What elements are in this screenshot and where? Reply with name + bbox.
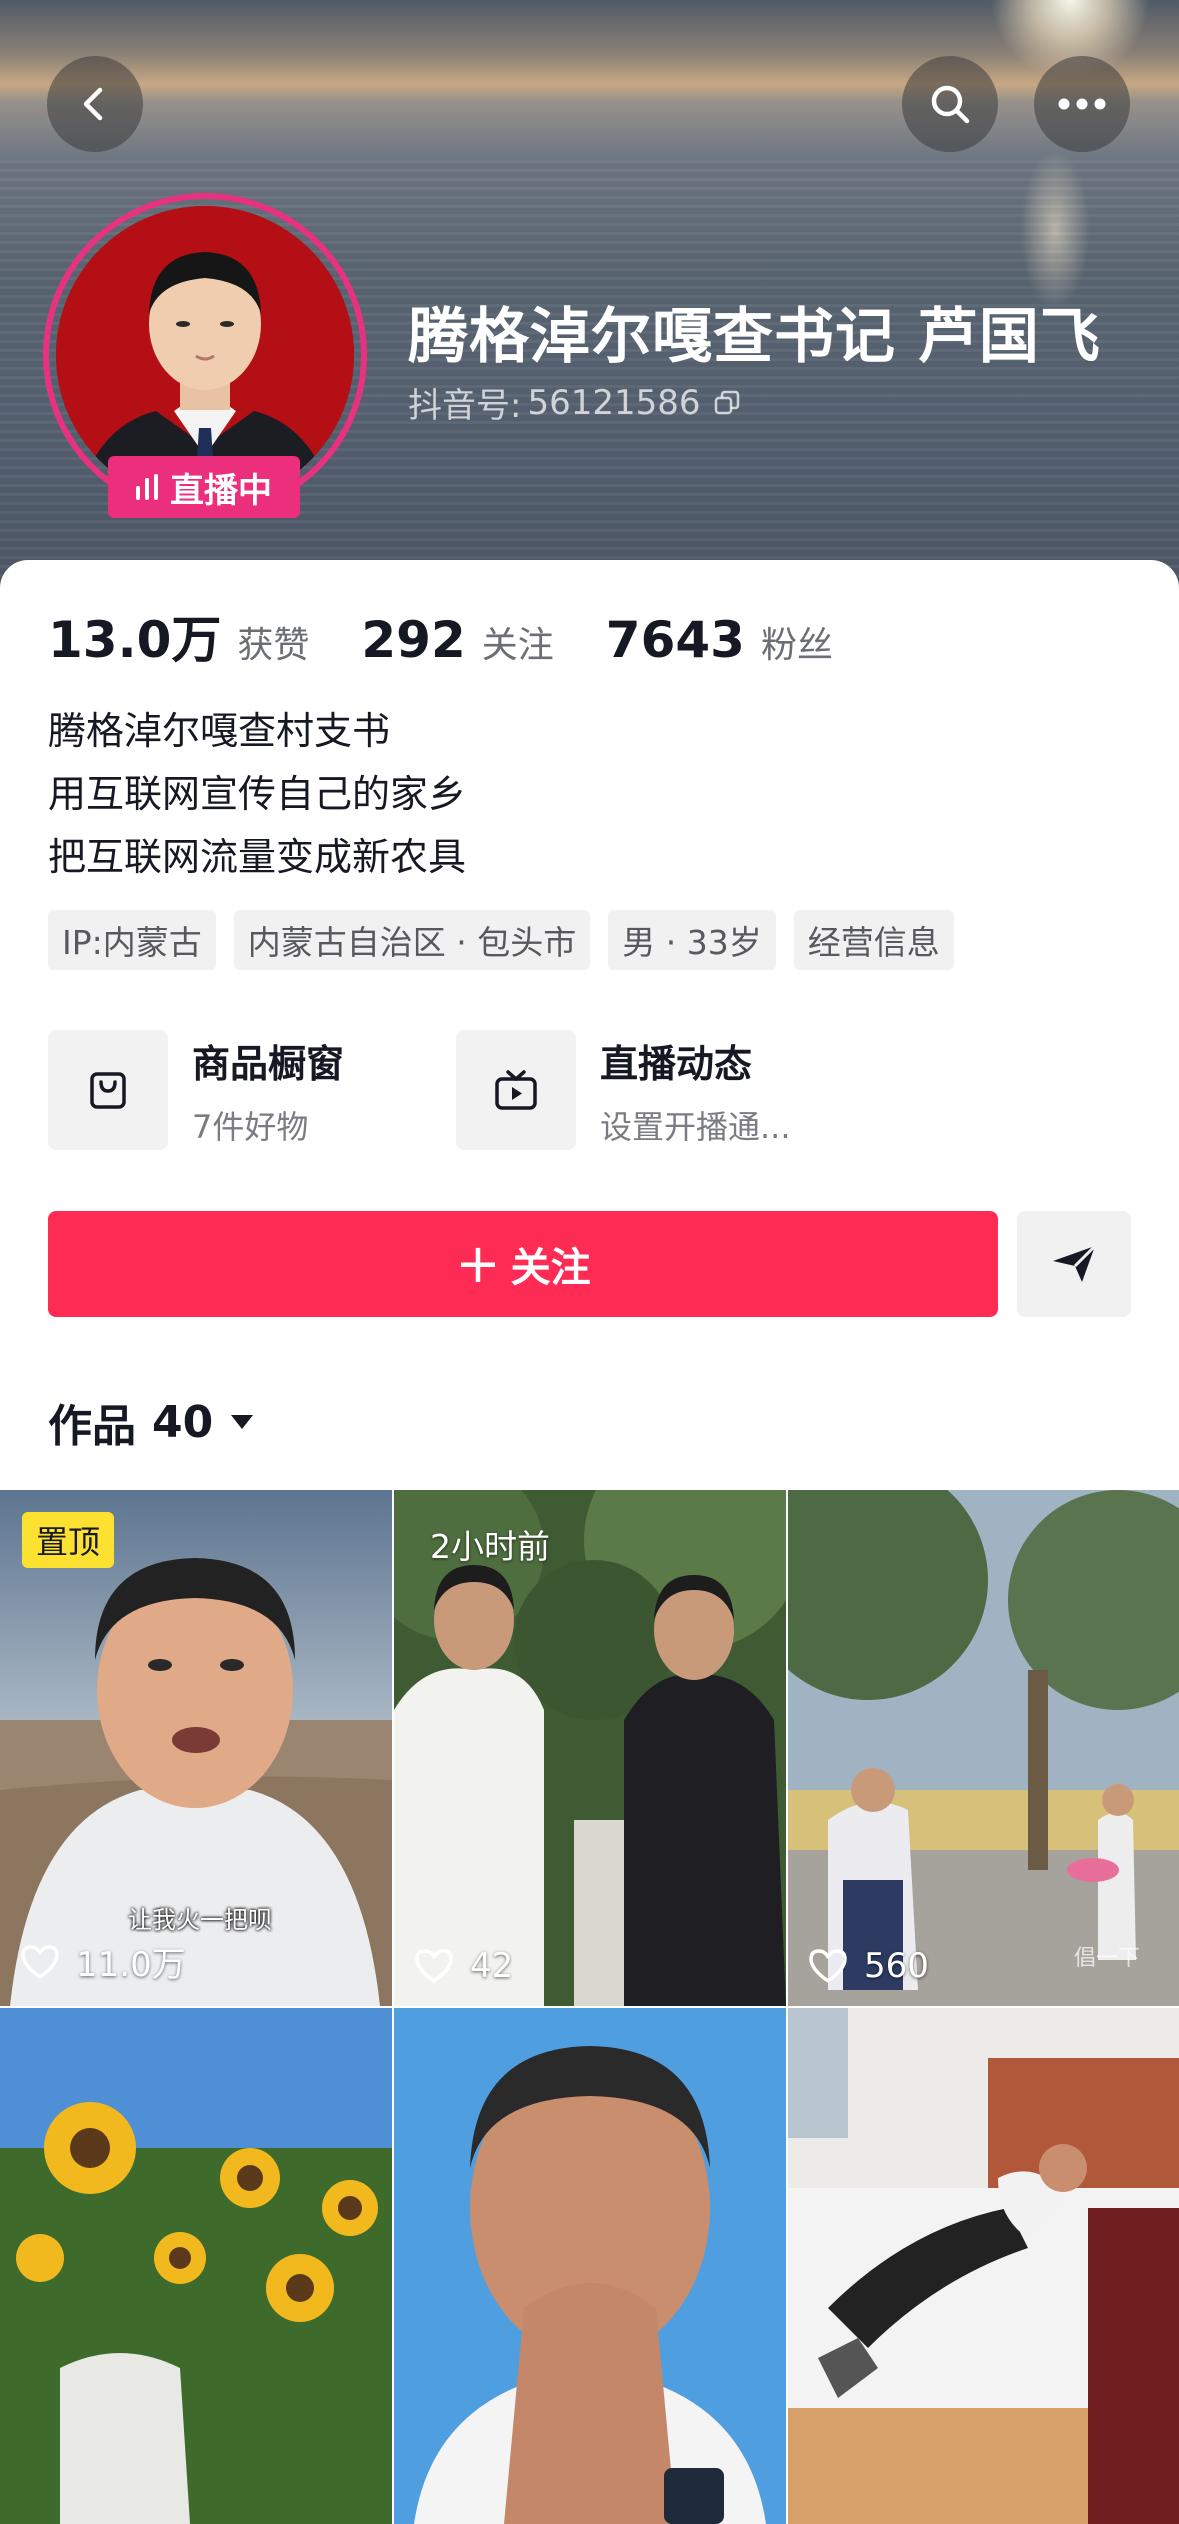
profile-name: 腾格淖尔嘎查书记 芦国飞 [408, 302, 1101, 372]
video-item[interactable] [0, 2008, 392, 2524]
video-thumbnail [788, 1490, 1179, 2006]
more-horizontal-icon [1058, 98, 1106, 110]
tag-location: 内蒙古自治区 · 包头市 [233, 910, 591, 970]
shopping-bag-icon [90, 1072, 126, 1109]
pinned-badge: 置顶 [22, 1512, 115, 1568]
live-updates-icon-box [456, 1030, 576, 1150]
works-label: 作品 [48, 1401, 136, 1452]
like-count: 42 [414, 1946, 513, 1986]
video-item[interactable] [394, 2008, 786, 2524]
plus-icon: + [455, 1232, 501, 1295]
stat-following-value: 292 [361, 611, 466, 669]
bio-line: 腾格淖尔嘎查村支书 [48, 709, 391, 753]
send-icon [1053, 1244, 1097, 1282]
live-badge-label: 直播中 [170, 470, 272, 511]
douyin-id-row[interactable]: 抖音号: 56121586 [408, 378, 741, 427]
video-thumbnail [0, 2008, 392, 2524]
douyin-id-label: 抖音号: [408, 386, 522, 426]
heart-icon [415, 1949, 453, 1983]
video-thumbnail [394, 2008, 786, 2524]
copy-icon[interactable] [713, 389, 741, 417]
video-item[interactable]: 2小时前 42 [394, 1490, 786, 2006]
heart-icon [809, 1949, 847, 1983]
stat-likes-value: 13.0万 [48, 611, 222, 669]
douyin-id-value: 56121586 [527, 382, 701, 423]
tag-gender-age: 男 · 33岁 [608, 910, 776, 970]
share-button[interactable] [1017, 1211, 1131, 1317]
back-button[interactable] [47, 56, 143, 152]
live-updates-title: 直播动态 [600, 1041, 753, 1086]
like-count: 11.0万 [20, 1937, 186, 1986]
video-item[interactable]: 置顶 让我火一把呗 11.0万 [0, 1490, 392, 2006]
works-tab[interactable]: 作品 40 [48, 1390, 255, 1454]
video-watermark: 倡一下 [1073, 1946, 1140, 1971]
more-button[interactable] [1034, 56, 1130, 152]
stat-followers[interactable]: 7643 粉丝 [606, 611, 833, 669]
feature-entries: 商品橱窗 7件好物 直播动态 设置开播通... [48, 1030, 864, 1150]
follow-button[interactable]: + 关注 [48, 1211, 998, 1317]
post-time: 2小时前 [430, 1527, 550, 1566]
stat-following[interactable]: 292 关注 [361, 611, 553, 669]
bio-line: 把互联网流量变成新农具 [48, 835, 467, 879]
search-icon [931, 85, 970, 124]
stat-followers-value: 7643 [605, 611, 745, 669]
live-updates-entry[interactable]: 直播动态 设置开播通... [456, 1030, 864, 1150]
tag-list: IP:内蒙古 内蒙古自治区 · 包头市 男 · 33岁 经营信息 [48, 910, 954, 970]
stat-likes: 13.0万 获赞 [48, 600, 309, 672]
shop-window-icon-box [48, 1030, 168, 1150]
chevron-left-icon [83, 87, 103, 121]
shop-window-title: 商品橱窗 [192, 1041, 345, 1086]
video-caption: 让我火一把呗 [128, 1906, 272, 1934]
tv-icon [495, 1070, 537, 1110]
live-badge[interactable]: 直播中 [108, 456, 300, 518]
like-count-value: 11.0万 [76, 1945, 186, 1985]
stat-following-label: 关注 [481, 625, 554, 666]
video-thumbnail [788, 2008, 1179, 2524]
like-count-value: 42 [470, 1946, 514, 1986]
like-count-value: 560 [864, 1946, 929, 1986]
heart-icon [21, 1944, 59, 1979]
live-bars-icon [136, 474, 158, 500]
bio-line: 用互联网宣传自己的家乡 [48, 772, 467, 816]
stat-likes-label: 获赞 [237, 625, 310, 666]
live-updates-subtitle: 设置开播通... [600, 1107, 791, 1146]
tag-ip: IP:内蒙古 [48, 910, 216, 970]
bio: 腾格淖尔嘎查村支书 用互联网宣传自己的家乡 把互联网流量变成新农具 [48, 700, 466, 889]
caret-down-icon [231, 1415, 254, 1429]
search-button[interactable] [902, 56, 998, 152]
shop-window-entry[interactable]: 商品橱窗 7件好物 [48, 1030, 456, 1150]
tag-business-info[interactable]: 经营信息 [793, 910, 954, 970]
video-item[interactable]: 倡一下 560 [788, 1490, 1179, 2006]
works-count: 40 [152, 1396, 214, 1448]
stats-row: 13.0万 获赞 292 关注 7643 粉丝 [48, 600, 885, 672]
like-count: 560 [808, 1946, 929, 1986]
follow-label: 关注 [510, 1245, 591, 1291]
stat-followers-label: 粉丝 [760, 625, 833, 666]
shop-window-subtitle: 7件好物 [192, 1107, 309, 1146]
video-item[interactable] [788, 2008, 1179, 2524]
